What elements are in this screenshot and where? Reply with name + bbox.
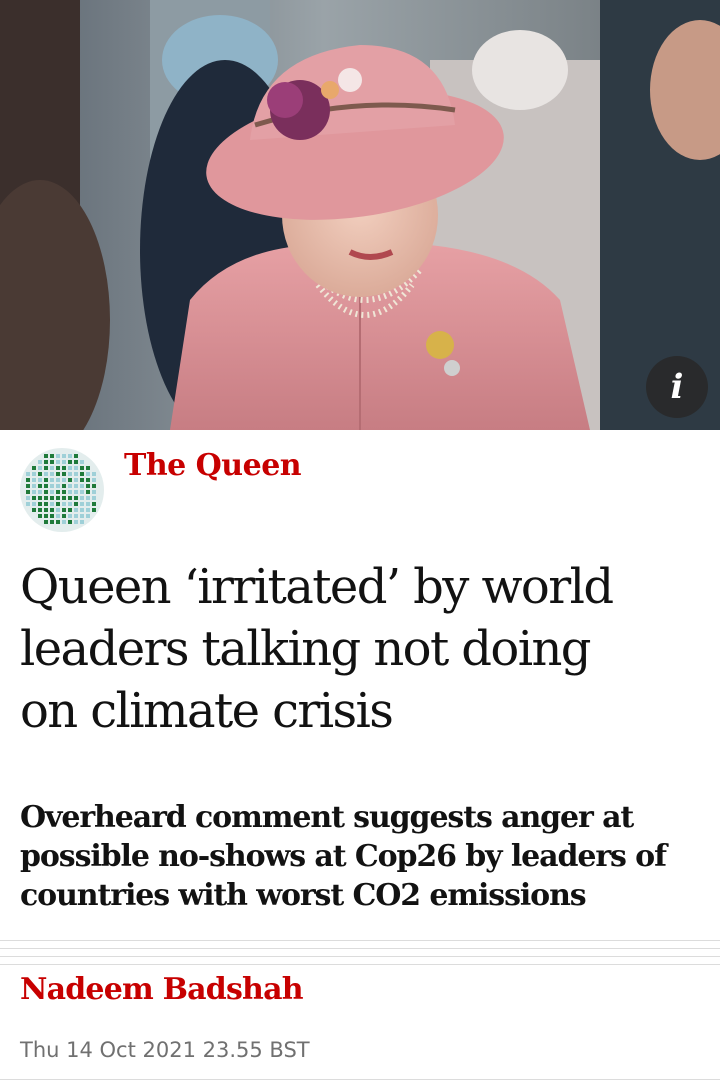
standfirst-line: Overheard comment suggests anger at	[20, 800, 634, 835]
headline: Queen ‘irritated’ by world leaders talki…	[20, 556, 710, 742]
standfirst-line: possible no-shows at Cop26 by leaders of	[20, 839, 667, 874]
series-label[interactable]: The Queen	[124, 448, 302, 483]
author-byline[interactable]: Nadeem Badshah	[20, 972, 304, 1007]
headline-line: on climate crisis	[20, 683, 394, 739]
standfirst-line: countries with worst CO2 emissions	[20, 878, 587, 913]
globe-dots-icon	[20, 448, 104, 532]
headline-line: Queen ‘irritated’ by world	[20, 559, 614, 615]
headline-line: leaders talking not doing	[20, 621, 592, 677]
publish-date: Thu 14 Oct 2021 23.55 BST	[20, 1038, 310, 1062]
hero-image[interactable]: i	[0, 0, 720, 430]
standfirst: Overheard comment suggests anger at poss…	[20, 798, 710, 915]
info-button[interactable]: i	[646, 356, 708, 418]
divider	[0, 1079, 720, 1080]
section-divider	[0, 940, 720, 966]
info-icon: i	[670, 367, 684, 407]
hero-photo-illustration	[0, 0, 720, 430]
